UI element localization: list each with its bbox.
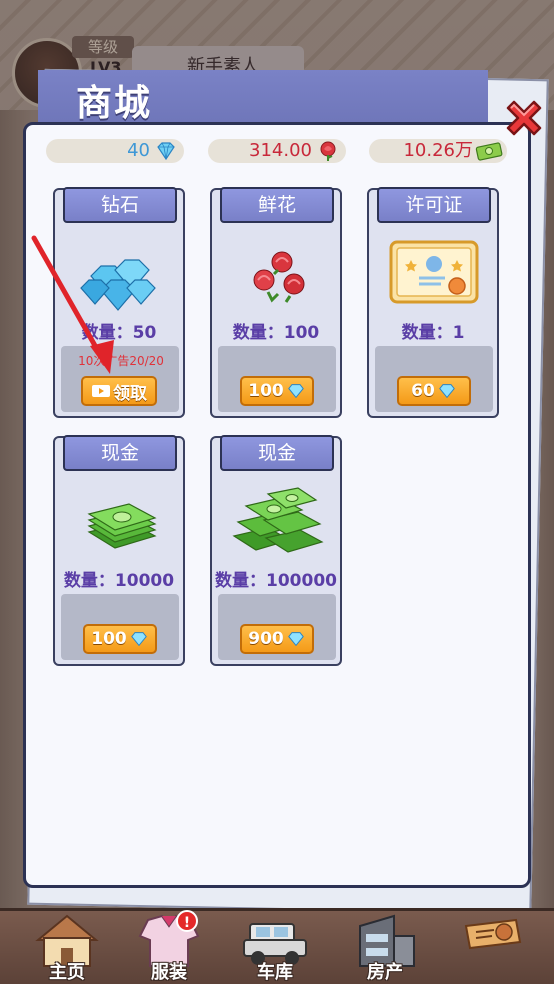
card-action-area: 100 xyxy=(218,346,336,412)
buy-button[interactable]: 100 xyxy=(83,624,157,654)
shop-card-cash-large: 现金 数量：100000 900 xyxy=(210,435,342,666)
roses-icon xyxy=(253,251,305,303)
flower-balance-value: 314.00 xyxy=(249,140,312,161)
card-quantity: 数量：1 xyxy=(401,323,465,343)
nav-label: 服装 xyxy=(151,962,187,983)
diamond-icon xyxy=(287,632,304,647)
card-title: 许可证 xyxy=(377,187,491,223)
claim-button-label: 领取 xyxy=(113,383,147,404)
nav-label: 主页 xyxy=(49,962,85,983)
cash-balance-value: 10.26万 xyxy=(403,140,473,161)
cash-icon xyxy=(475,142,503,161)
diamond-balance: 40 xyxy=(46,139,184,163)
cash-pile-icon xyxy=(232,487,324,553)
card-title: 现金 xyxy=(220,435,334,471)
card-action-area: 100 xyxy=(61,594,179,660)
card-action-area: 60 xyxy=(375,346,493,412)
flower-balance: 314.00 xyxy=(208,139,346,163)
card-quantity: 数量：100000 xyxy=(215,571,337,591)
diamond-icon xyxy=(287,384,304,399)
shop-title: 商城 xyxy=(76,83,153,124)
close-icon xyxy=(506,100,542,136)
notification-badge: ! xyxy=(176,910,198,932)
diamond-icon xyxy=(130,632,147,647)
shop-card-license: 许可证 数量：1 60 xyxy=(367,187,499,418)
nav-event[interactable] xyxy=(450,912,536,982)
event-icon xyxy=(464,918,522,950)
nav-outfit[interactable]: ! 服装 xyxy=(126,910,212,983)
price-label: 100 xyxy=(91,629,127,649)
tutorial-arrow-icon xyxy=(31,235,114,374)
shop-card-cash-small: 现金 数量：10000 100 xyxy=(53,435,185,666)
card-quantity: 数量：10000 xyxy=(63,571,175,591)
cash-stack-icon xyxy=(87,503,157,549)
shop-card-flowers: 鲜花 数量：100 100 xyxy=(210,187,342,418)
price-label: 900 xyxy=(248,629,284,649)
card-title: 钻石 xyxy=(63,187,177,223)
card-title: 鲜花 xyxy=(220,187,334,223)
close-button[interactable] xyxy=(502,96,546,140)
price-label: 60 xyxy=(411,381,435,401)
nav-label: 房产 xyxy=(367,962,403,983)
cash-balance: 10.26万 xyxy=(369,139,507,163)
buy-button[interactable]: 100 xyxy=(240,376,314,406)
buy-button[interactable]: 900 xyxy=(240,624,314,654)
rose-icon xyxy=(320,141,336,161)
buy-button[interactable]: 60 xyxy=(397,376,471,406)
nav-garage[interactable]: 车库 xyxy=(232,912,318,983)
card-title: 现金 xyxy=(63,435,177,471)
card-action-area: 900 xyxy=(218,594,336,660)
certificate-icon xyxy=(389,240,479,304)
diamond-balance-value: 40 xyxy=(127,140,150,161)
nav-property[interactable]: 房产 xyxy=(342,912,428,983)
nav-home[interactable]: 主页 xyxy=(24,912,110,983)
card-quantity: 数量：100 xyxy=(232,323,320,343)
claim-button[interactable]: 领取 xyxy=(81,376,157,406)
price-label: 100 xyxy=(248,381,284,401)
diamond-icon xyxy=(157,142,175,161)
video-icon xyxy=(92,385,110,397)
diamond-icon xyxy=(439,384,455,399)
nav-label: 车库 xyxy=(257,962,293,983)
